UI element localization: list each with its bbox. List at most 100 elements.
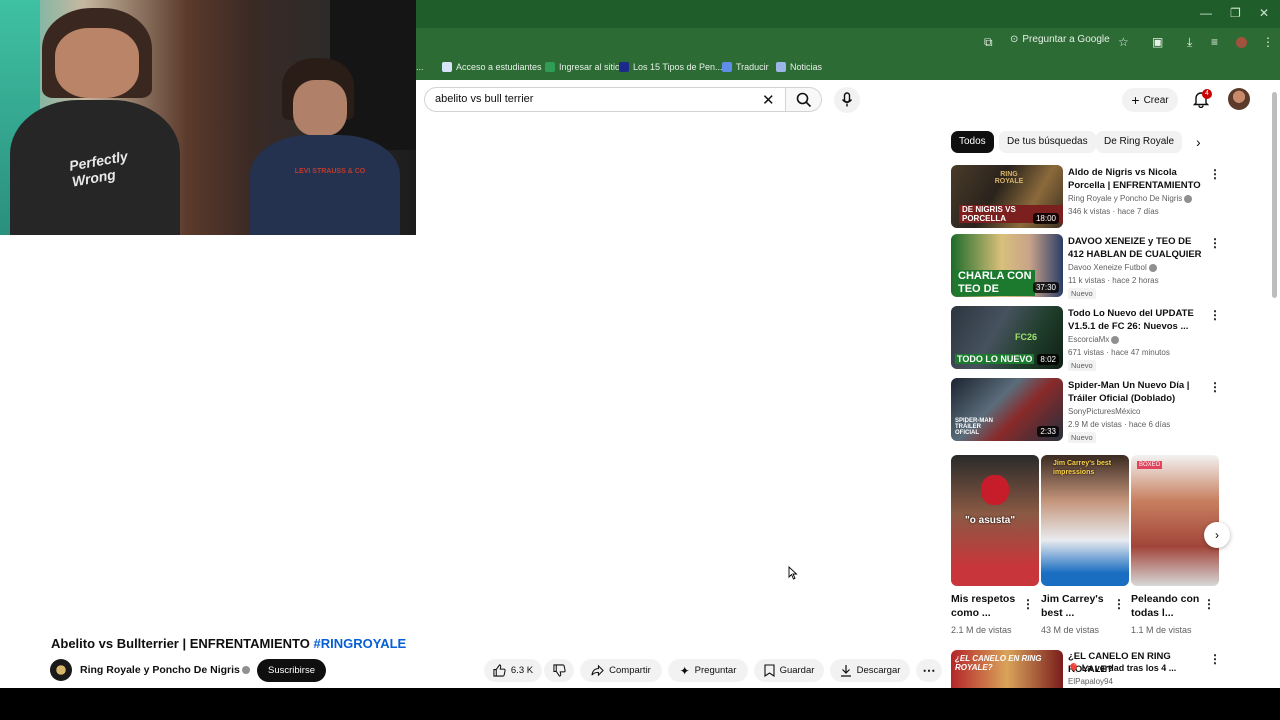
plus-icon: + <box>1131 92 1140 108</box>
bookmark-label: Los 15 Tipos de Pen... <box>633 62 723 72</box>
clear-search-icon[interactable]: ✕ <box>762 91 775 109</box>
new-badge: Nuevo <box>1068 360 1096 371</box>
video-title-line-2: 🎈 La verdad tras los 4 ... <box>1068 663 1177 673</box>
shorts-next-button[interactable]: › <box>1204 522 1230 548</box>
short-title[interactable]: Mis respetos como ... <box>951 592 1027 620</box>
menu-icon[interactable]: ⋮ <box>1262 35 1274 49</box>
restore-icon[interactable]: ❐ <box>1230 6 1241 20</box>
more-options-icon[interactable]: ⋮ <box>1113 597 1125 611</box>
voice-search-button[interactable] <box>834 87 860 113</box>
channel-label: Davoo Xeneize Futbol <box>1068 263 1147 272</box>
list-item[interactable]: RING ROYALE DE NIGRIS VS PORCELLA 18:00 … <box>951 165 1221 229</box>
cast-icon[interactable]: ⧉ <box>984 35 993 50</box>
star-icon[interactable]: ☆ <box>1118 35 1129 49</box>
hashtag-link[interactable]: #RINGROYALE <box>313 636 406 651</box>
share-button[interactable]: Compartir <box>580 659 662 682</box>
bookmark-label: Acceso a estudiantes <box>456 62 542 72</box>
chip-de-tus-busquedas[interactable]: De tus búsquedas <box>999 131 1096 153</box>
list-item[interactable]: FC26 TODO LO NUEVO 8:02 Todo Lo Nuevo de… <box>951 306 1221 371</box>
bookmark-noticias[interactable]: Noticias <box>776 62 822 72</box>
dislike-button[interactable] <box>544 659 574 682</box>
video-title[interactable]: DAVOO XENEIZE y TEO DE 412 HABLAN DE CUA… <box>1068 235 1208 261</box>
duration-badge: 18:00 <box>1032 213 1059 224</box>
create-label: Crear <box>1143 94 1169 106</box>
search-button[interactable] <box>786 87 822 112</box>
subscribe-button[interactable]: Suscribirse <box>257 659 326 682</box>
download-button[interactable]: Descargar <box>830 659 910 682</box>
channel-name[interactable]: EscorciaMx <box>1068 335 1120 344</box>
video-thumbnail[interactable]: RING ROYALE DE NIGRIS VS PORCELLA 18:00 <box>951 165 1063 228</box>
more-options-icon[interactable]: ⋮ <box>1209 236 1221 250</box>
bookmark-icon <box>764 664 775 677</box>
channel-name[interactable]: Davoo Xeneize Futbol <box>1068 263 1157 272</box>
more-options-icon[interactable]: ⋮ <box>1209 652 1221 666</box>
thumbs-down-icon <box>552 664 566 677</box>
search-value: abelito vs bull terrier <box>435 93 534 105</box>
page-icon <box>442 62 452 72</box>
reading-list-icon[interactable]: ≡ <box>1211 35 1218 49</box>
page-title: Abelito vs Bullterrier | ENFRENTAMIENTO … <box>51 636 406 651</box>
minimize-icon[interactable]: — <box>1200 6 1212 20</box>
new-badge: Nuevo <box>1068 432 1096 443</box>
more-options-icon[interactable]: ⋮ <box>1022 597 1034 611</box>
webcam-overlay: Perfectly Wrong LEVI STRAUSS & CO <box>0 0 416 235</box>
short-thumbnail[interactable]: Jim Carrey's best impressions <box>1041 455 1129 586</box>
account-avatar[interactable] <box>1228 88 1250 110</box>
channel-label: Ring Royale y Poncho De Nigris <box>1068 194 1183 203</box>
video-meta: 2.9 M de vistas · hace 6 días <box>1068 420 1171 429</box>
more-actions-button[interactable]: ⋯ <box>916 659 942 682</box>
chip-todos[interactable]: Todos <box>951 131 994 153</box>
video-title[interactable]: Aldo de Nigris vs Nicola Porcella | ENFR… <box>1068 166 1208 192</box>
short-title[interactable]: Jim Carrey's best ... <box>1041 592 1117 620</box>
more-options-icon[interactable]: ⋮ <box>1203 597 1215 611</box>
bookmark-tipos[interactable]: Los 15 Tipos de Pen... <box>619 62 723 72</box>
channel-name[interactable]: ElPapaloy94 <box>1068 677 1113 686</box>
webcam-person-right-shirt <box>250 135 400 235</box>
save-button[interactable]: Guardar <box>754 659 824 682</box>
bookmark-traducir[interactable]: Traducir <box>722 62 769 72</box>
chevron-right-icon[interactable]: › <box>1196 134 1201 150</box>
download-icon[interactable]: ⤓ <box>1187 35 1192 50</box>
like-count: 6.3 K <box>510 665 534 676</box>
ask-button[interactable]: ✦ Preguntar <box>668 659 748 682</box>
short-thumbnail[interactable]: BOXEO <box>1131 455 1219 586</box>
search-input[interactable]: abelito vs bull terrier <box>424 87 786 112</box>
video-title[interactable]: Spider-Man Un Nuevo Día | Tráiler Oficia… <box>1068 379 1208 405</box>
video-title[interactable]: Todo Lo Nuevo del UPDATE V1.5.1 de FC 26… <box>1068 307 1208 333</box>
video-thumbnail[interactable]: CHARLA CON TEO DE 37:30 <box>951 234 1063 297</box>
verified-icon <box>1111 335 1120 344</box>
video-thumbnail[interactable]: SPIDER-MAN TRÁILER OFICIAL 2:33 <box>951 378 1063 441</box>
more-horizontal-icon: ⋯ <box>922 662 936 678</box>
duration-badge: 37:30 <box>1032 282 1059 293</box>
list-item[interactable]: CHARLA CON TEO DE 37:30 DAVOO XENEIZE y … <box>951 234 1221 299</box>
channel-name[interactable]: SonyPicturesMéxico <box>1068 407 1140 416</box>
chip-de-ring-royale[interactable]: De Ring Royale <box>1096 131 1183 153</box>
close-window-icon[interactable]: ✕ <box>1259 6 1269 20</box>
verified-icon <box>1184 194 1193 203</box>
create-button[interactable]: + Crear <box>1122 88 1178 112</box>
video-thumbnail[interactable]: FC26 TODO LO NUEVO 8:02 <box>951 306 1063 369</box>
short-title[interactable]: Peleando con todas l... <box>1131 592 1207 620</box>
more-options-icon[interactable]: ⋮ <box>1209 308 1221 322</box>
more-options-icon[interactable]: ⋮ <box>1209 167 1221 181</box>
l-icon <box>619 62 629 72</box>
short-thumbnail[interactable]: "o asusta" <box>951 455 1039 586</box>
more-options-icon[interactable]: ⋮ <box>1209 380 1221 394</box>
channel-name[interactable]: Ring Royale y Poncho De Nigris <box>1068 194 1193 203</box>
like-button[interactable]: 6.3 K <box>484 659 542 682</box>
extensions-icon[interactable]: ▣ <box>1152 35 1163 49</box>
channel-name[interactable]: Ring Royale y Poncho De Nigris <box>80 664 250 676</box>
scrollbar-thumb[interactable] <box>1272 92 1277 298</box>
channel-label: Ring Royale y Poncho De Nigris <box>80 664 240 676</box>
profile-icon[interactable] <box>1236 37 1247 48</box>
bookmark-overflow[interactable]: ... <box>416 62 424 72</box>
verified-icon <box>241 666 250 675</box>
channel-avatar[interactable] <box>50 659 72 681</box>
bookmark-acceso[interactable]: Acceso a estudiantes <box>442 62 542 72</box>
video-thumbnail[interactable]: ¿EL CANELO EN RING ROYALE? <box>951 650 1063 690</box>
list-item[interactable]: ¿EL CANELO EN RING ROYALE? ¿EL CANELO EN… <box>951 650 1221 690</box>
bookmark-ingresar[interactable]: Ingresar al sitio <box>545 62 620 72</box>
ask-google-button[interactable]: ⊙ Preguntar a Google <box>1010 34 1110 45</box>
list-item[interactable]: SPIDER-MAN TRÁILER OFICIAL 2:33 Spider-M… <box>951 378 1221 443</box>
notification-badge: 4 <box>1202 89 1212 99</box>
